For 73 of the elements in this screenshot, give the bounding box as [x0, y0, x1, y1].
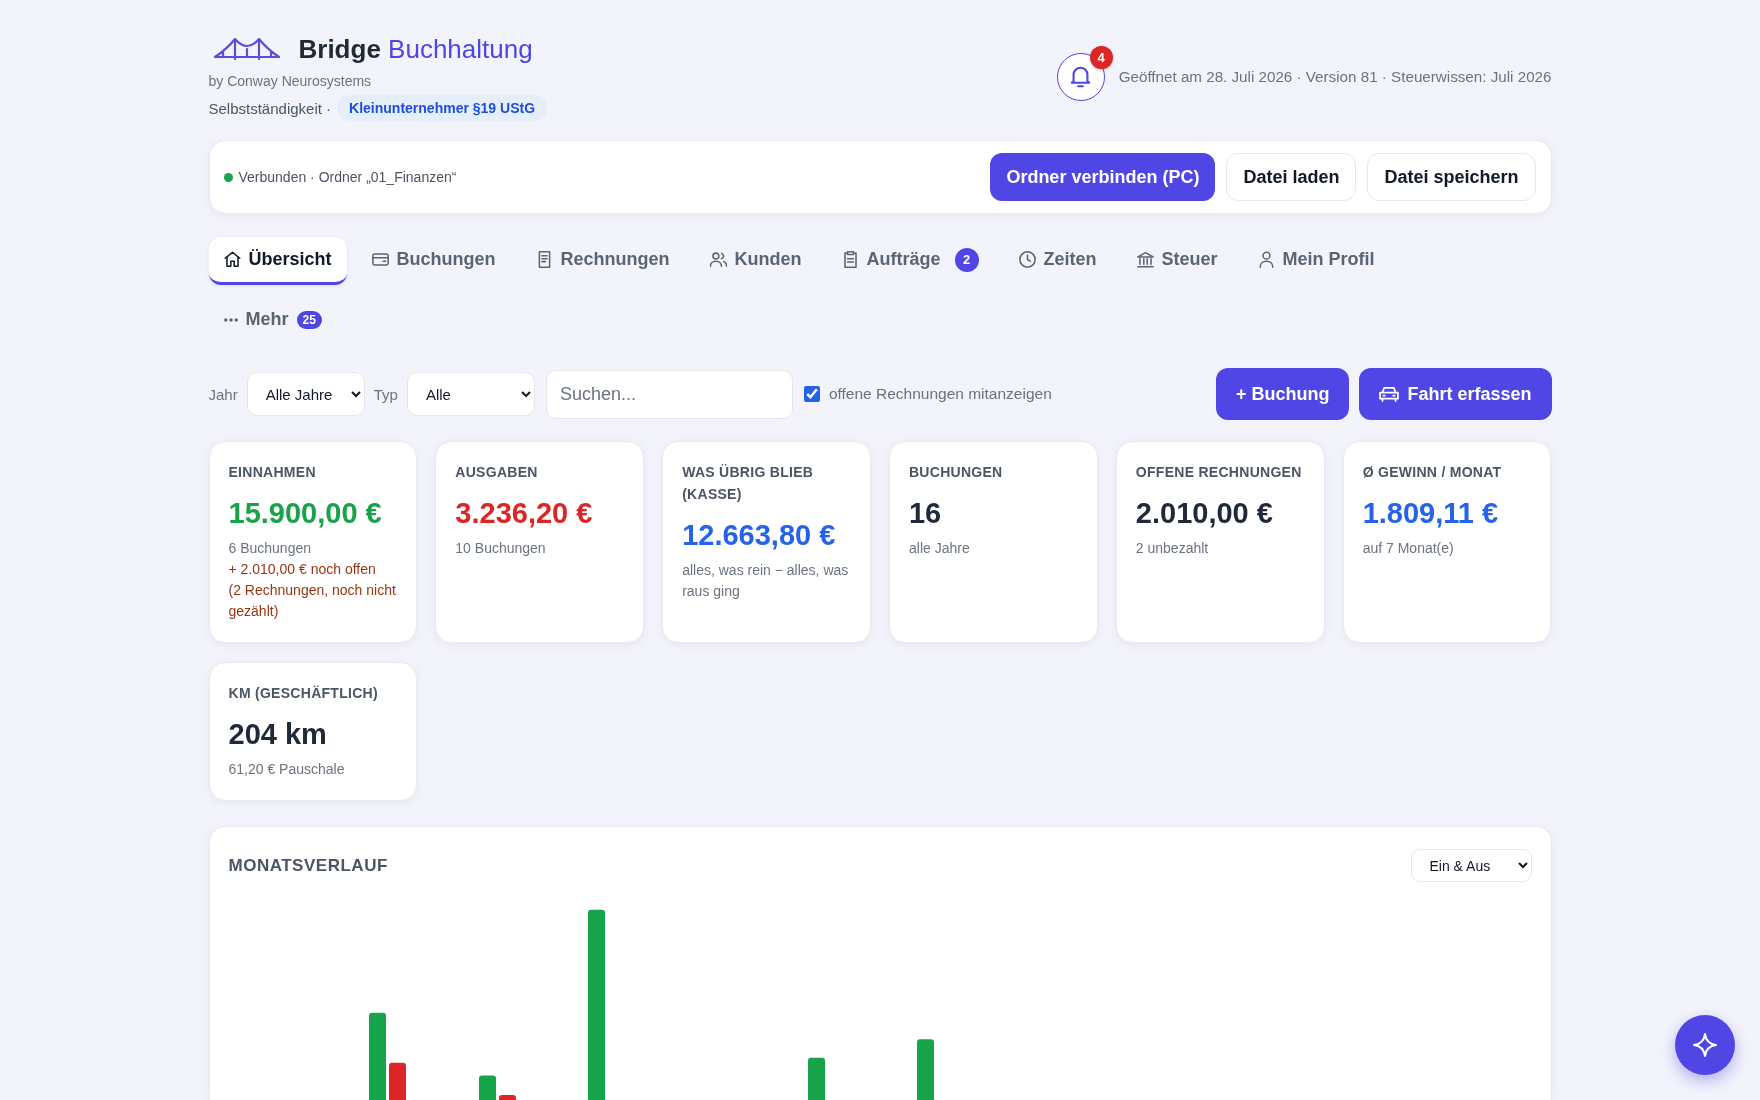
stat-label: KM (GESCHÄFTLICH) [228, 684, 379, 703]
stat-label: BUCHUNGEN [909, 463, 1004, 482]
nav-tab[interactable]: Zeiten [1003, 237, 1112, 285]
stat-value: 204 km [228, 717, 328, 752]
nav-tab[interactable]: Kunden [694, 237, 817, 285]
home-icon [223, 251, 241, 268]
nav-tab[interactable]: Steuer [1121, 237, 1233, 285]
clock-icon [1018, 251, 1036, 268]
count-badge: 25 [296, 310, 322, 329]
stat-value: 15.900,00 € [228, 496, 383, 531]
stat-note: 2 unbezahlt [1135, 539, 1210, 558]
income-bar [478, 1075, 496, 1100]
nav-tab[interactable]: Aufträge 2 [826, 237, 994, 285]
stat-value: 16 [909, 496, 943, 531]
floating-action-button[interactable] [1675, 1015, 1735, 1075]
type-select[interactable]: Alle [406, 372, 535, 416]
income-bar [916, 1039, 934, 1100]
stat-note: alle Jahre [909, 539, 971, 558]
stat-note: (2 Rechnungen, noch nicht gezählt) [228, 581, 397, 621]
wallet-icon [371, 251, 389, 268]
count-badge: 2 [954, 247, 979, 272]
checkbox-label: offene Rechnungen mitanzeigen [828, 385, 1052, 403]
chart-title: MONATSVERLAUF [228, 855, 388, 876]
expense-bar [388, 1062, 406, 1100]
trip-button[interactable]: Fahrt erfassen [1359, 368, 1552, 420]
bell-icon [1071, 65, 1091, 88]
stat-value: 12.663,80 € [682, 518, 837, 553]
year-label: Jahr [208, 385, 238, 403]
storage-button[interactable]: Datei speichern [1367, 153, 1536, 201]
sparkle-icon [1693, 1033, 1717, 1057]
nav-tab[interactable]: Rechnungen [520, 237, 685, 285]
bridge-logo [212, 37, 281, 61]
connection-status-text: Verbunden · Ordner „01_Finanzen“ [238, 169, 457, 185]
nav-tab[interactable]: Mein Profil [1242, 237, 1390, 285]
income-bar [807, 1057, 825, 1100]
expense-bar [498, 1095, 516, 1100]
stat-label: OFFENE RECHNUNGEN [1135, 463, 1303, 482]
stat-value: 3.236,20 € [455, 496, 594, 531]
type-label: Typ [373, 385, 398, 403]
nav-tab[interactable]: Buchungen [356, 237, 511, 285]
year-select[interactable]: Alle Jahre [246, 372, 365, 416]
new-entry-button[interactable]: + Buchung [1215, 368, 1350, 420]
stat-note: + 2.010,00 € noch offen [228, 560, 377, 579]
mode-label: Selbstständigkeit · [208, 99, 332, 117]
stat-label: WAS ÜBRIG BLIEB (KASSE) [682, 463, 815, 504]
show-open-invoices-checkbox[interactable] [803, 386, 820, 402]
stat-value: 1.809,11 € [1362, 496, 1500, 531]
app-meta-info: Geöffnet am 28. Juli 2026 · Version 81 · Steuerwissen: Juli 2026 [1118, 68, 1552, 85]
chart-view-select[interactable]: Ein & Aus [1410, 849, 1532, 882]
stat-value: 2.010,00 € [1135, 496, 1274, 531]
stat-note: 61,20 € Pauschale [228, 760, 346, 779]
stat-label: EINNAHMEN [228, 463, 317, 482]
storage-button[interactable]: Datei laden [1226, 153, 1357, 201]
clipboard-icon [841, 251, 859, 268]
notification-count-badge: 4 [1089, 45, 1113, 69]
byline: by Conway Neurosystems [208, 72, 373, 91]
car-icon [1379, 386, 1400, 402]
dots-icon [223, 317, 238, 322]
person-icon [1257, 251, 1275, 268]
storage-button[interactable]: Ordner verbinden (PC) [990, 153, 1216, 201]
stat-note: 6 Buchungen [228, 539, 313, 558]
stat-note: 10 Buchungen [455, 539, 547, 558]
users-icon [709, 251, 727, 268]
nav-tab[interactable]: Mehr 25 [208, 297, 337, 345]
stat-label: Ø GEWINN / MONAT [1362, 463, 1503, 482]
app-title: Bridge Buchhaltung [298, 33, 533, 66]
search-field[interactable]: Suchen... [545, 369, 793, 419]
bank-icon [1136, 251, 1154, 268]
nav-tab[interactable]: Übersicht [208, 237, 347, 285]
stat-label: AUSGABEN [455, 463, 539, 482]
tax-status-badge: Kleinunternehmer §19 UStG [337, 95, 547, 121]
stat-note: alles, was rein − alles, was raus ging [682, 561, 850, 601]
stat-note: auf 7 Monat(e) [1362, 539, 1455, 558]
